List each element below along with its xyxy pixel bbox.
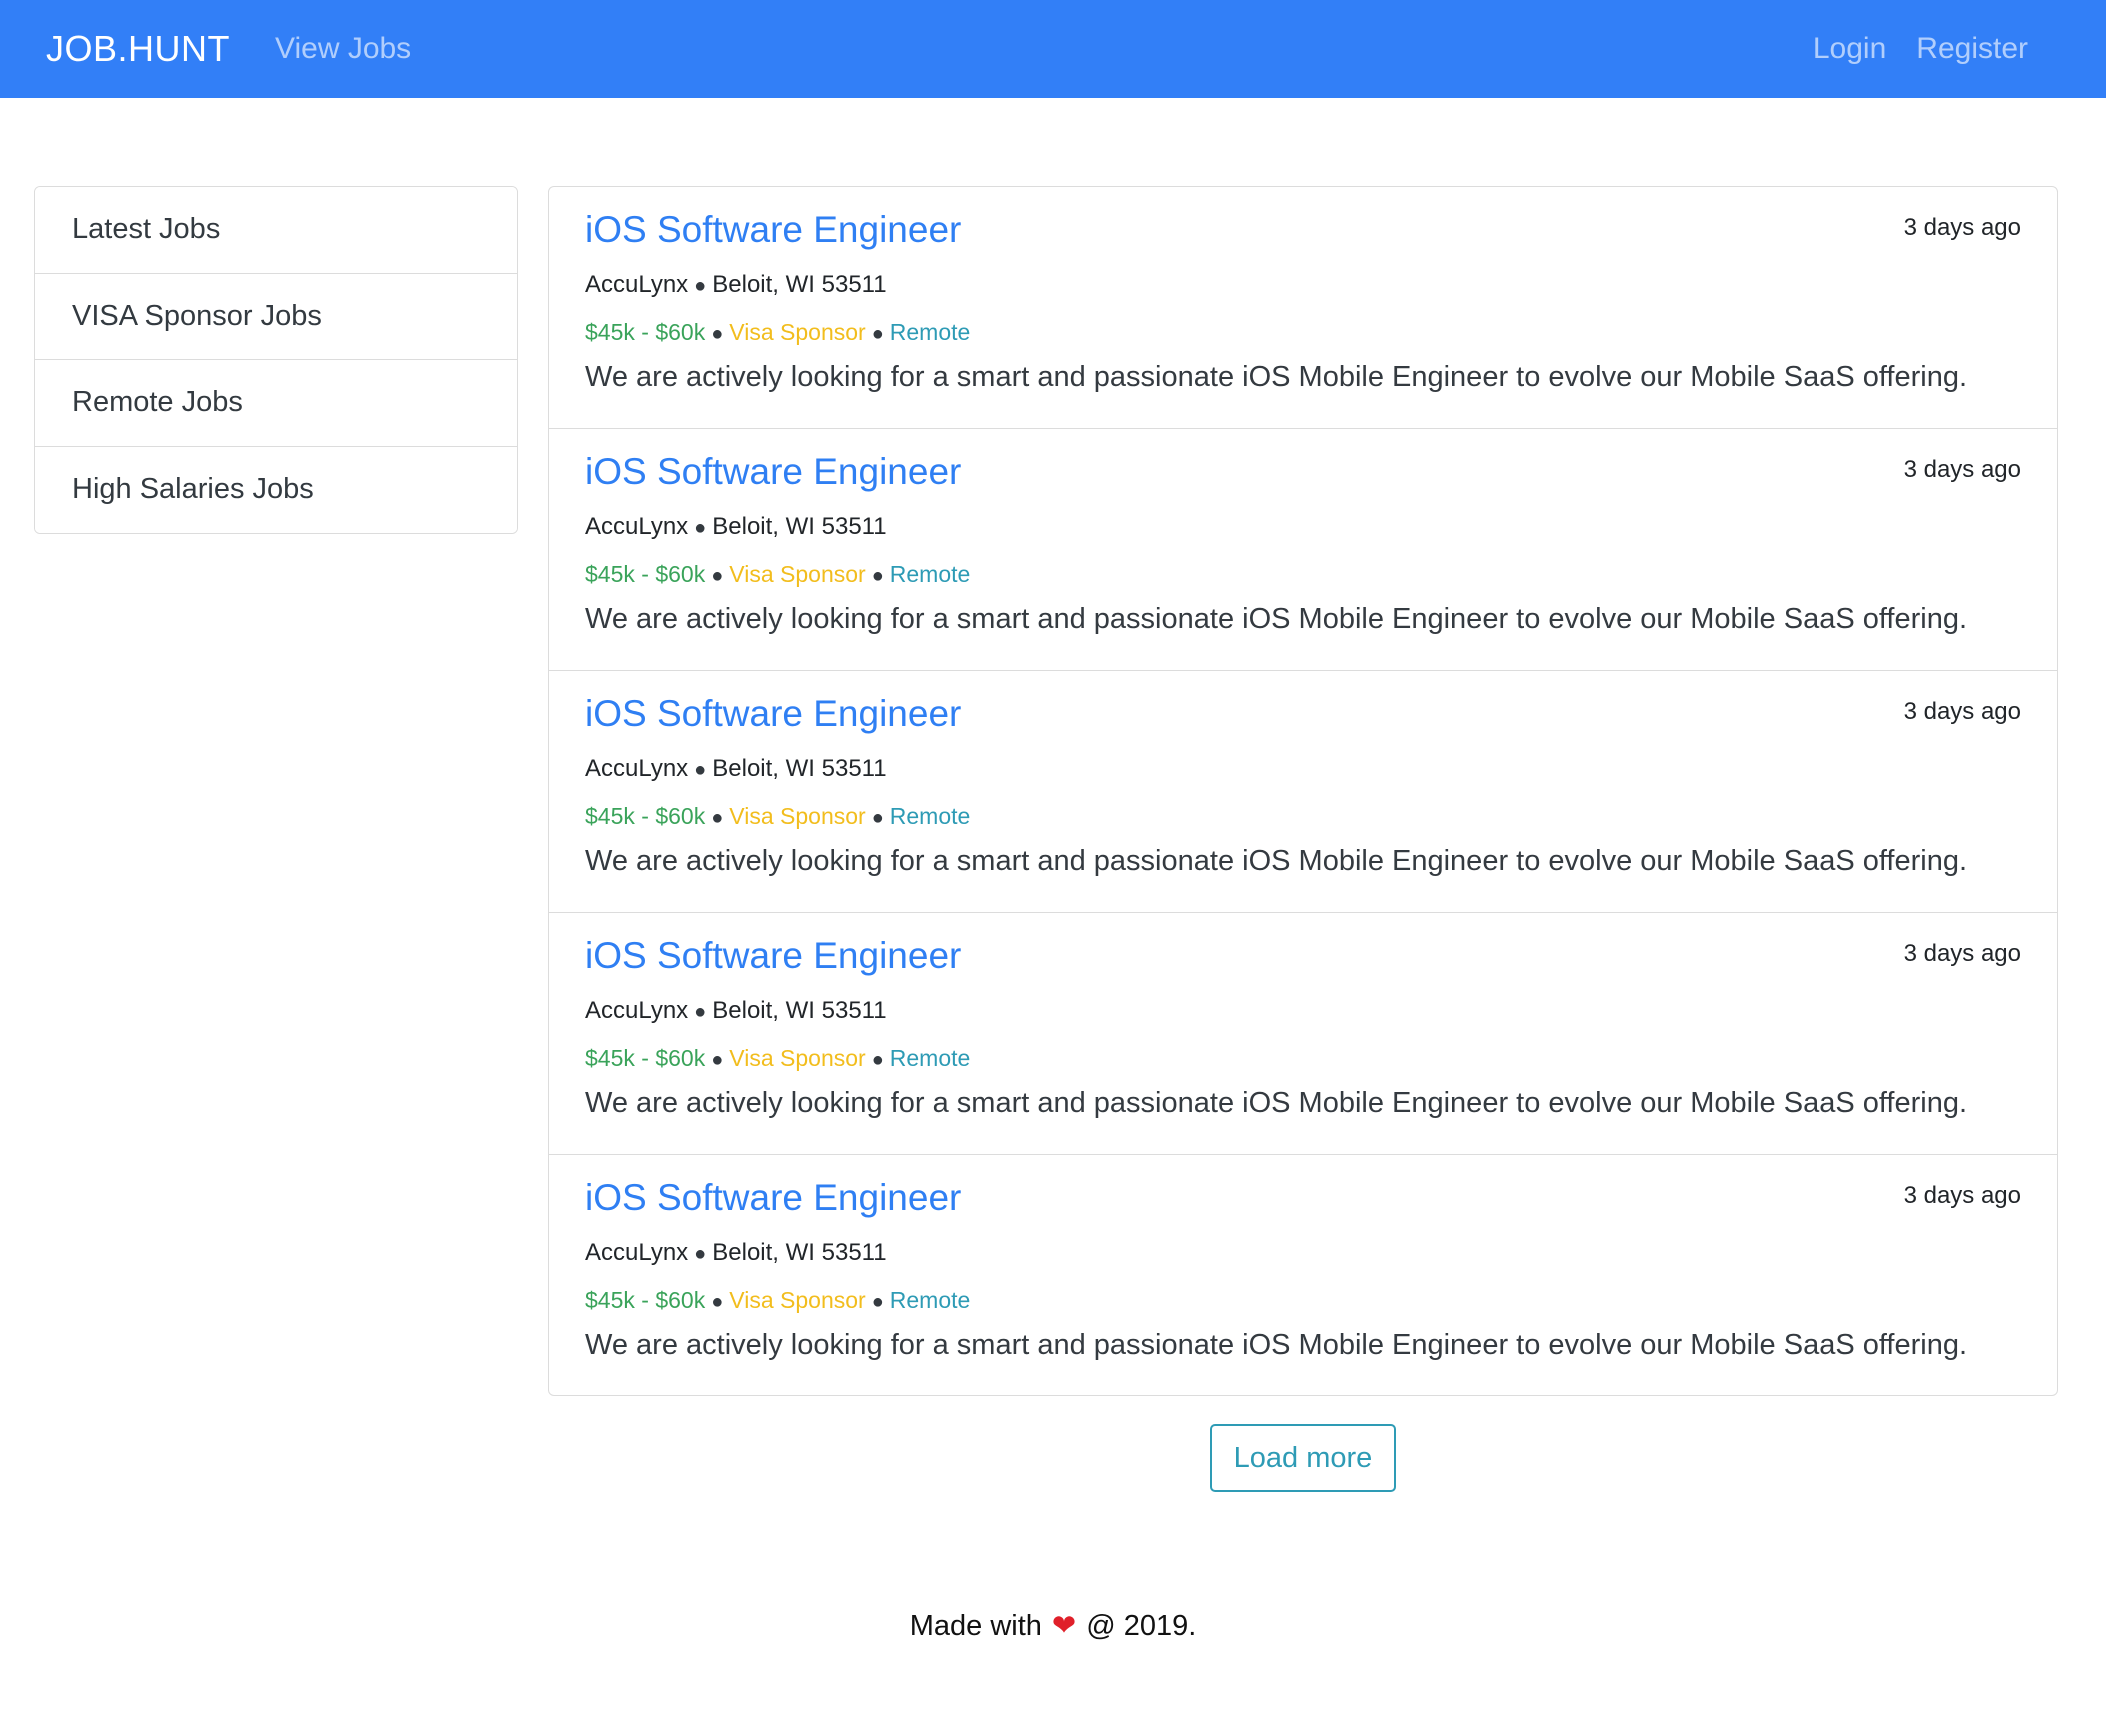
job-location: Beloit, WI 53511 bbox=[712, 513, 887, 540]
separator-dot-icon: ● bbox=[711, 1291, 724, 1313]
job-description: We are actively looking for a smart and … bbox=[585, 845, 1968, 877]
job-tags: $45k - $60k ● Visa Sponsor ● Remote bbox=[585, 803, 970, 830]
nav-register-link[interactable]: Register bbox=[1916, 32, 2028, 66]
sidebar-item-high-salaries-jobs[interactable]: High Salaries Jobs bbox=[35, 446, 517, 533]
job-visa-tag: Visa Sponsor bbox=[729, 1287, 866, 1313]
load-more-button[interactable]: Load more bbox=[1210, 1424, 1396, 1492]
job-tags: $45k - $60k ● Visa Sponsor ● Remote bbox=[585, 1045, 970, 1072]
job-tags: $45k - $60k ● Visa Sponsor ● Remote bbox=[585, 319, 970, 346]
job-description: We are actively looking for a smart and … bbox=[585, 1329, 1968, 1361]
brand-logo[interactable]: JOB.HUNT bbox=[46, 28, 230, 70]
job-list: iOS Software Engineer 3 days ago AccuLyn… bbox=[548, 186, 2058, 1396]
job-company: AccuLynx bbox=[585, 271, 689, 298]
heart-icon: ❤ bbox=[1051, 1610, 1077, 1642]
separator-dot-icon: ● bbox=[694, 1001, 707, 1023]
separator-dot-icon: ● bbox=[871, 807, 884, 829]
job-posted-time: 3 days ago bbox=[1903, 1182, 2021, 1209]
separator-dot-icon: ● bbox=[694, 759, 707, 781]
separator-dot-icon: ● bbox=[694, 517, 707, 539]
job-description: We are actively looking for a smart and … bbox=[585, 361, 1968, 393]
job-visa-tag: Visa Sponsor bbox=[729, 1045, 866, 1071]
job-card: iOS Software Engineer 3 days ago AccuLyn… bbox=[549, 671, 2057, 913]
separator-dot-icon: ● bbox=[871, 323, 884, 345]
job-card: iOS Software Engineer 3 days ago AccuLyn… bbox=[549, 187, 2057, 429]
nav-right-group: Login Register bbox=[1813, 32, 2028, 66]
job-company: AccuLynx bbox=[585, 513, 689, 540]
sidebar-item-remote-jobs[interactable]: Remote Jobs bbox=[35, 360, 517, 447]
job-title-link[interactable]: iOS Software Engineer bbox=[585, 935, 961, 977]
separator-dot-icon: ● bbox=[871, 1291, 884, 1313]
separator-dot-icon: ● bbox=[711, 1049, 724, 1071]
job-visa-tag: Visa Sponsor bbox=[729, 803, 866, 829]
job-visa-tag: Visa Sponsor bbox=[729, 561, 866, 587]
job-card: iOS Software Engineer 3 days ago AccuLyn… bbox=[549, 1155, 2057, 1395]
job-title-link[interactable]: iOS Software Engineer bbox=[585, 693, 961, 735]
nav-view-jobs-link[interactable]: View Jobs bbox=[275, 32, 411, 66]
job-meta: AccuLynx ● Beloit, WI 53511 bbox=[585, 513, 887, 541]
job-posted-time: 3 days ago bbox=[1903, 698, 2021, 725]
job-description: We are actively looking for a smart and … bbox=[585, 1087, 1968, 1119]
separator-dot-icon: ● bbox=[711, 807, 724, 829]
footer-prefix: Made with bbox=[909, 1610, 1042, 1642]
job-title-link[interactable]: iOS Software Engineer bbox=[585, 1177, 961, 1219]
job-location: Beloit, WI 53511 bbox=[712, 997, 887, 1024]
job-description: We are actively looking for a smart and … bbox=[585, 603, 1968, 635]
job-company: AccuLynx bbox=[585, 997, 689, 1024]
separator-dot-icon: ● bbox=[694, 1243, 707, 1265]
job-meta: AccuLynx ● Beloit, WI 53511 bbox=[585, 1239, 887, 1267]
sidebar-item-latest-jobs[interactable]: Latest Jobs bbox=[35, 187, 517, 274]
job-title-link[interactable]: iOS Software Engineer bbox=[585, 451, 961, 493]
job-posted-time: 3 days ago bbox=[1903, 456, 2021, 483]
job-location: Beloit, WI 53511 bbox=[712, 271, 887, 298]
sidebar-item-visa-sponsor-jobs[interactable]: VISA Sponsor Jobs bbox=[35, 273, 517, 360]
job-salary: $45k - $60k bbox=[585, 561, 706, 587]
separator-dot-icon: ● bbox=[711, 565, 724, 587]
navbar: JOB.HUNT View Jobs Login Register bbox=[0, 0, 2106, 98]
job-salary: $45k - $60k bbox=[585, 1287, 706, 1313]
job-salary: $45k - $60k bbox=[585, 319, 706, 345]
job-remote-tag: Remote bbox=[889, 1045, 971, 1071]
job-location: Beloit, WI 53511 bbox=[712, 1239, 887, 1266]
footer: Made with ❤ @ 2019. bbox=[0, 1608, 2106, 1643]
sidebar: Latest Jobs VISA Sponsor Jobs Remote Job… bbox=[34, 186, 518, 534]
job-remote-tag: Remote bbox=[889, 1287, 971, 1313]
job-salary: $45k - $60k bbox=[585, 803, 706, 829]
job-card: iOS Software Engineer 3 days ago AccuLyn… bbox=[549, 429, 2057, 671]
job-meta: AccuLynx ● Beloit, WI 53511 bbox=[585, 271, 887, 299]
job-posted-time: 3 days ago bbox=[1903, 940, 2021, 967]
job-meta: AccuLynx ● Beloit, WI 53511 bbox=[585, 997, 887, 1025]
nav-login-link[interactable]: Login bbox=[1813, 32, 1886, 66]
job-tags: $45k - $60k ● Visa Sponsor ● Remote bbox=[585, 1287, 970, 1314]
separator-dot-icon: ● bbox=[871, 1049, 884, 1071]
job-card: iOS Software Engineer 3 days ago AccuLyn… bbox=[549, 913, 2057, 1155]
job-location: Beloit, WI 53511 bbox=[712, 755, 887, 782]
job-salary: $45k - $60k bbox=[585, 1045, 706, 1071]
job-company: AccuLynx bbox=[585, 1239, 689, 1266]
job-meta: AccuLynx ● Beloit, WI 53511 bbox=[585, 755, 887, 783]
separator-dot-icon: ● bbox=[694, 275, 707, 297]
job-title-link[interactable]: iOS Software Engineer bbox=[585, 209, 961, 251]
job-posted-time: 3 days ago bbox=[1903, 214, 2021, 241]
separator-dot-icon: ● bbox=[871, 565, 884, 587]
job-remote-tag: Remote bbox=[889, 319, 971, 345]
footer-suffix: @ 2019. bbox=[1086, 1610, 1197, 1642]
separator-dot-icon: ● bbox=[711, 323, 724, 345]
job-remote-tag: Remote bbox=[889, 803, 971, 829]
job-visa-tag: Visa Sponsor bbox=[729, 319, 866, 345]
job-remote-tag: Remote bbox=[889, 561, 971, 587]
job-company: AccuLynx bbox=[585, 755, 689, 782]
job-tags: $45k - $60k ● Visa Sponsor ● Remote bbox=[585, 561, 970, 588]
